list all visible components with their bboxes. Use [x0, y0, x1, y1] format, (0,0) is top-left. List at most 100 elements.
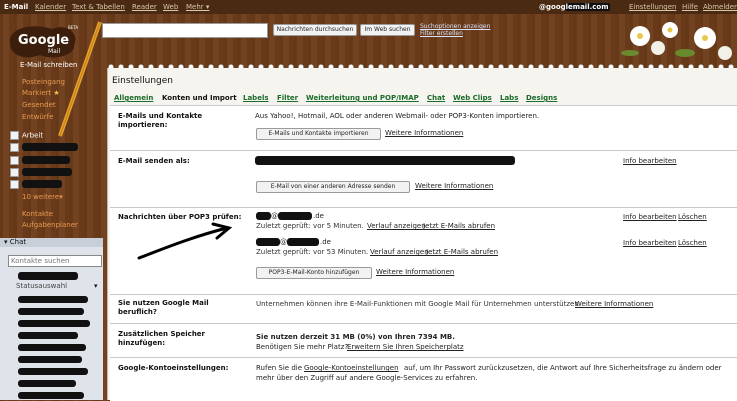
- row-account-settings: Google-Kontoeinstellungen: Rufen Sie die…: [110, 358, 737, 398]
- nav-reader[interactable]: Reader: [132, 3, 157, 11]
- pop3-account-1-edit-link[interactable]: Info bearbeiten: [623, 213, 677, 221]
- redacted-label: [22, 143, 78, 151]
- pop3-account-1-check-link[interactable]: Jetzt E-Mails abrufen: [423, 222, 495, 230]
- business-more-info-link[interactable]: Weitere Informationen: [575, 300, 653, 308]
- account-settings-label: Google-Kontoeinstellungen:: [118, 364, 229, 372]
- nav-docs[interactable]: Text & Tabellen: [72, 3, 125, 11]
- tab-labels[interactable]: Labels: [243, 94, 269, 102]
- label-redacted-4[interactable]: [10, 180, 22, 189]
- nav-inbox[interactable]: Posteingang: [22, 78, 65, 86]
- nav-sent[interactable]: Gesendet: [22, 101, 56, 109]
- status-selector[interactable]: Statusauswahl: [16, 282, 67, 290]
- label-color-swatch: [10, 168, 19, 177]
- add-send-address-button[interactable]: E-Mail von einer anderen Adresse senden: [256, 181, 410, 193]
- import-label: E-Mails und Kontakte importieren:: [118, 112, 203, 129]
- pop3-account-1-status: Zuletzt geprüft: vor 5 Minuten.: [256, 222, 364, 230]
- business-description: Unternehmen können ihre E-Mail-Funktione…: [256, 300, 581, 308]
- storage-usage: Sie nutzen derzeit 31 MB (0%) von Ihren …: [256, 333, 455, 341]
- nav-contacts[interactable]: Kontakte: [22, 210, 53, 218]
- nav-tasks[interactable]: Aufgabenplaner: [22, 221, 78, 229]
- redacted-contact[interactable]: [18, 392, 84, 399]
- settings-tabs: Allgemein Konten und Import Labels Filte…: [108, 93, 737, 104]
- pop3-account-2-check-link[interactable]: Jetzt E-Mails abrufen: [426, 248, 498, 256]
- account-settings-text-2: mehr über den Zugriff auf andere Google-…: [256, 374, 478, 382]
- import-more-info-link[interactable]: Weitere Informationen: [385, 129, 463, 137]
- tab-forwarding[interactable]: Weiterleitung und POP/IMAP: [306, 94, 419, 102]
- storage-upgrade-link[interactable]: Erweitern Sie Ihren Speicherplatz: [347, 343, 464, 351]
- tab-general[interactable]: Allgemein: [114, 94, 153, 102]
- row-import: E-Mails und Kontakte importieren: Aus Ya…: [110, 106, 737, 151]
- redacted-contact[interactable]: [18, 368, 88, 375]
- add-pop3-account-button[interactable]: POP3-E-Mail-Konto hinzufügen: [256, 267, 372, 279]
- tab-labs[interactable]: Labs: [500, 94, 518, 102]
- redacted-label: [22, 180, 62, 188]
- tab-themes[interactable]: Designs: [526, 94, 557, 102]
- nav-web[interactable]: Web: [163, 3, 178, 11]
- arrow-annotation: [137, 222, 233, 260]
- redacted-label: [22, 156, 70, 164]
- tab-accounts[interactable]: Konten und Import: [162, 94, 237, 102]
- settings-panel: Einstellungen Allgemein Konten und Impor…: [107, 68, 737, 401]
- more-labels-link[interactable]: 10 weitere▾: [22, 193, 63, 201]
- pop3-account-2-delete-link[interactable]: Löschen: [678, 239, 707, 247]
- redacted-contact[interactable]: [18, 308, 84, 315]
- import-button[interactable]: E-Mails und Kontakte importieren: [256, 128, 381, 140]
- tab-chat[interactable]: Chat: [427, 94, 445, 102]
- nav-more[interactable]: Mehr ▾: [186, 3, 209, 11]
- redacted-contact[interactable]: [18, 296, 88, 303]
- tab-webclips[interactable]: Web Clips: [453, 94, 492, 102]
- create-filter-link[interactable]: Filter erstellen: [420, 30, 463, 37]
- nav-starred-label: Markiert: [22, 89, 52, 97]
- chat-panel: ▾ Chat Statusauswahl ▾: [0, 238, 103, 400]
- at-sign: @: [271, 212, 278, 220]
- account-settings-text-a: Rufen Sie die: [256, 364, 303, 372]
- pop3-account-1-domain: .de: [313, 212, 324, 220]
- row-business: Sie nutzen Google Mail beruflich? Untern…: [110, 295, 737, 324]
- chat-header[interactable]: ▾ Chat: [0, 238, 103, 247]
- label-redacted-2[interactable]: [10, 156, 22, 165]
- star-icon: ★: [53, 89, 60, 97]
- pop3-account-1-delete-link[interactable]: Löschen: [678, 213, 707, 221]
- redacted-contact[interactable]: [18, 320, 90, 327]
- redacted-contact[interactable]: [18, 332, 78, 339]
- label-work[interactable]: Arbeit: [10, 131, 43, 140]
- redacted-send-address: [255, 156, 515, 165]
- account-settings-text-b: auf, um Ihr Passwort zurückzusetzen, die…: [404, 364, 722, 372]
- import-description: Aus Yahoo!, Hotmail, AOL oder anderen We…: [255, 112, 540, 120]
- chat-contact-search[interactable]: [8, 255, 102, 267]
- account-email: @googlemail.com: [539, 3, 609, 11]
- send-as-more-info-link[interactable]: Weitere Informationen: [415, 182, 493, 190]
- search-web-button[interactable]: Im Web suchen: [360, 24, 415, 36]
- redacted-contact[interactable]: [18, 380, 76, 387]
- redacted-domain-2: [287, 238, 319, 246]
- label-color-swatch: [10, 131, 19, 140]
- label-redacted-1[interactable]: [10, 143, 22, 152]
- pop3-account-2-edit-link[interactable]: Info bearbeiten: [623, 239, 677, 247]
- business-label: Sie nutzen Google Mail beruflich?: [118, 299, 209, 316]
- row-pop3: Nachrichten über POP3 prüfen: @ .de Zule…: [110, 208, 737, 295]
- search-mail-button[interactable]: Nachrichten durchsuchen: [273, 24, 357, 36]
- redacted-label: [22, 168, 72, 176]
- pop3-more-info-link[interactable]: Weitere Informationen: [376, 268, 454, 276]
- nav-calendar[interactable]: Kalender: [35, 3, 66, 11]
- search-options-link[interactable]: Suchoptionen anzeigen: [420, 23, 490, 30]
- storage-question: Benötigen Sie mehr Platz?: [256, 343, 349, 351]
- redacted-contact[interactable]: [18, 344, 86, 351]
- pop3-account-1-history-link[interactable]: Verlauf anzeigen: [367, 222, 426, 230]
- page-title: Einstellungen: [112, 76, 174, 86]
- nav-drafts[interactable]: Entwürfe: [22, 113, 53, 121]
- compose-button[interactable]: E-Mail schreiben: [20, 61, 78, 69]
- redacted-contact[interactable]: [18, 356, 82, 363]
- tab-filters[interactable]: Filter: [277, 94, 298, 102]
- nav-email[interactable]: E-Mail: [4, 3, 28, 11]
- dropdown-icon[interactable]: ▾: [94, 282, 98, 290]
- send-as-edit-link[interactable]: Info bearbeiten: [623, 157, 677, 165]
- account-settings-link[interactable]: Google-Kontoeinstellungen: [304, 364, 399, 372]
- nav-starred[interactable]: Markiert ★: [22, 89, 60, 97]
- pop3-account-2-history-link[interactable]: Verlauf anzeigen: [370, 248, 429, 256]
- row-send-as: E-Mail senden als: Info bearbeiten E-Mai…: [110, 151, 737, 208]
- label-color-swatch: [10, 180, 19, 189]
- flower-decoration: [621, 22, 732, 60]
- mail-search-input[interactable]: [102, 23, 268, 38]
- label-redacted-3[interactable]: [10, 168, 22, 177]
